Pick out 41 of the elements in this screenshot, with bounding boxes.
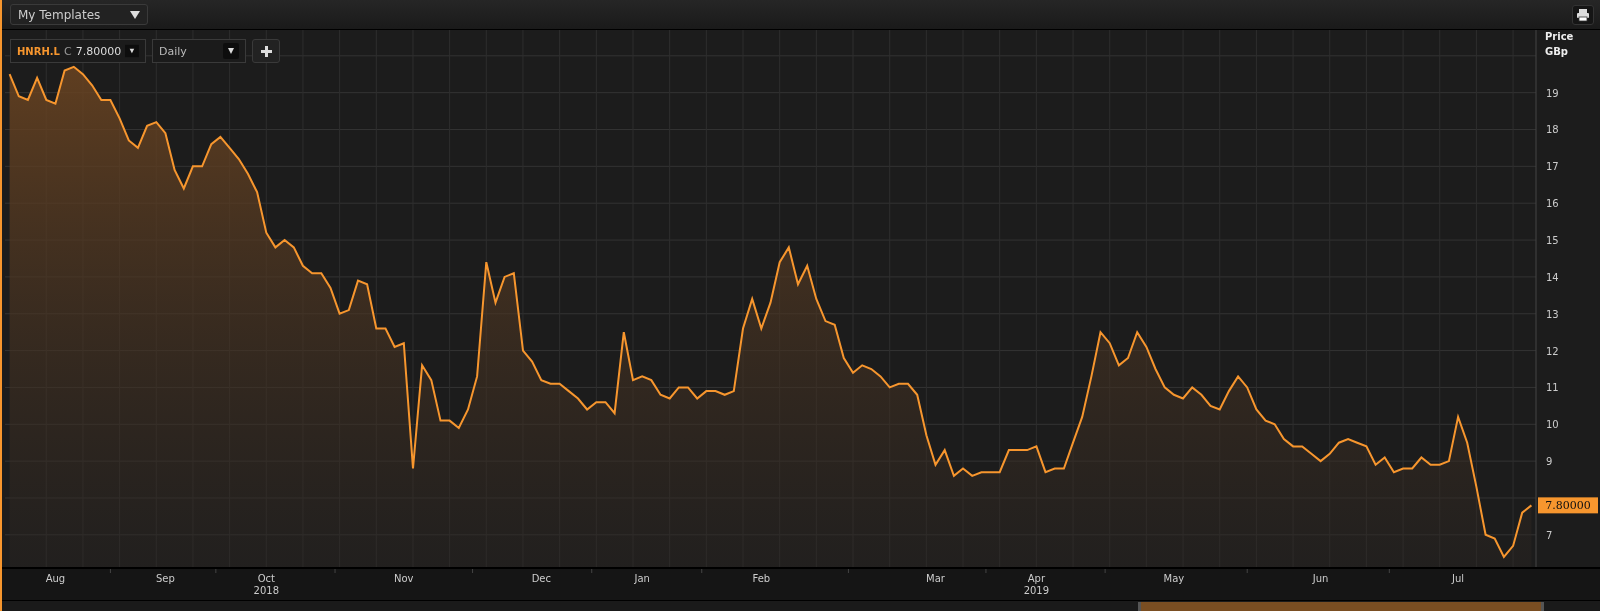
x-axis-label: Jul <box>1452 573 1465 584</box>
close-label: C <box>64 44 72 58</box>
y-axis-label: 13 <box>1546 308 1559 320</box>
axis-title: Price <box>1545 31 1574 42</box>
x-axis-label: Jun <box>1312 573 1329 584</box>
x-axis-label: Jan <box>634 573 650 584</box>
x-axis-label: Dec <box>531 573 551 584</box>
close-value: 7.80000 <box>75 44 122 58</box>
x-axis-label: Feb <box>752 573 771 584</box>
price-badge: 7.80000 <box>1538 497 1598 514</box>
y-axis-label: 11 <box>1546 382 1559 394</box>
add-button[interactable] <box>252 39 280 63</box>
interval-dropdown[interactable]: Daily <box>152 39 246 63</box>
x-axis-label: Sep <box>156 573 175 584</box>
y-axis-label: 18 <box>1546 124 1559 136</box>
x-axis-label: Mar <box>926 573 945 584</box>
instrument-dropdown[interactable]: HNRH.L C 7.80000 <box>10 39 146 63</box>
y-axis-label: 9 <box>1546 456 1553 468</box>
y-axis-label: 16 <box>1546 198 1559 210</box>
range-navigator[interactable] <box>2 600 1600 611</box>
y-axis-label: 17 <box>1546 161 1559 173</box>
caret-icon <box>223 43 239 59</box>
y-axis-label: 12 <box>1546 345 1559 357</box>
y-axis-label: 7 <box>1546 529 1553 541</box>
instrument-symbol: HNRH.L <box>17 45 60 57</box>
printer-icon <box>1576 7 1590 22</box>
y-axis-label: 15 <box>1546 235 1559 247</box>
x-axis-label: Aug <box>45 573 66 584</box>
x-axis-label: May <box>1163 573 1185 584</box>
x-axis-label: Nov <box>394 573 414 584</box>
print-button[interactable] <box>1572 4 1594 25</box>
caret-icon <box>130 10 140 19</box>
y-axis-label: 19 <box>1546 87 1559 99</box>
x-axis-label: Oct 2018 <box>253 573 279 596</box>
y-axis-label: 14 <box>1546 271 1559 283</box>
axis-unit: GBp <box>1545 46 1568 57</box>
caret-icon <box>125 43 139 59</box>
templates-dropdown[interactable]: My Templates <box>10 4 148 25</box>
y-axis-label: 10 <box>1546 419 1559 431</box>
x-axis-label: Apr 2019 <box>1023 573 1050 596</box>
plus-icon <box>260 45 272 57</box>
